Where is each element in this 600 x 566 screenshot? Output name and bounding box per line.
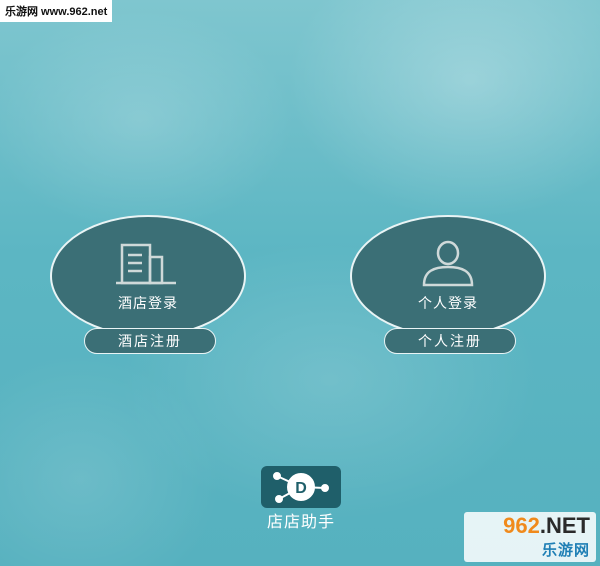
- app-logo-icon: D: [273, 472, 329, 503]
- personal-login-button[interactable]: 个人登录: [350, 215, 546, 337]
- brand-watermark: 962.NET 乐游网: [464, 512, 596, 562]
- app-logo-letter: D: [295, 480, 307, 497]
- top-watermark: 乐游网 www.962.net: [0, 0, 113, 22]
- personal-login-label: 个人登录: [418, 296, 478, 312]
- user-icon: [422, 240, 474, 287]
- brand-number: 962: [503, 512, 540, 538]
- hotel-login-label: 酒店登录: [118, 296, 178, 312]
- brand-logo-text: 962.NET: [503, 512, 590, 538]
- app-name: 店店助手: [266, 512, 335, 531]
- brand-name: 乐游网: [541, 540, 590, 559]
- personal-register-button[interactable]: 个人注册: [384, 328, 516, 354]
- brand-domain: .NET: [539, 512, 590, 538]
- hotel-login-button[interactable]: 酒店登录: [50, 215, 246, 337]
- building-icon: [116, 243, 176, 285]
- app-logo: D: [261, 466, 341, 508]
- hotel-register-button[interactable]: 酒店注册: [84, 328, 216, 354]
